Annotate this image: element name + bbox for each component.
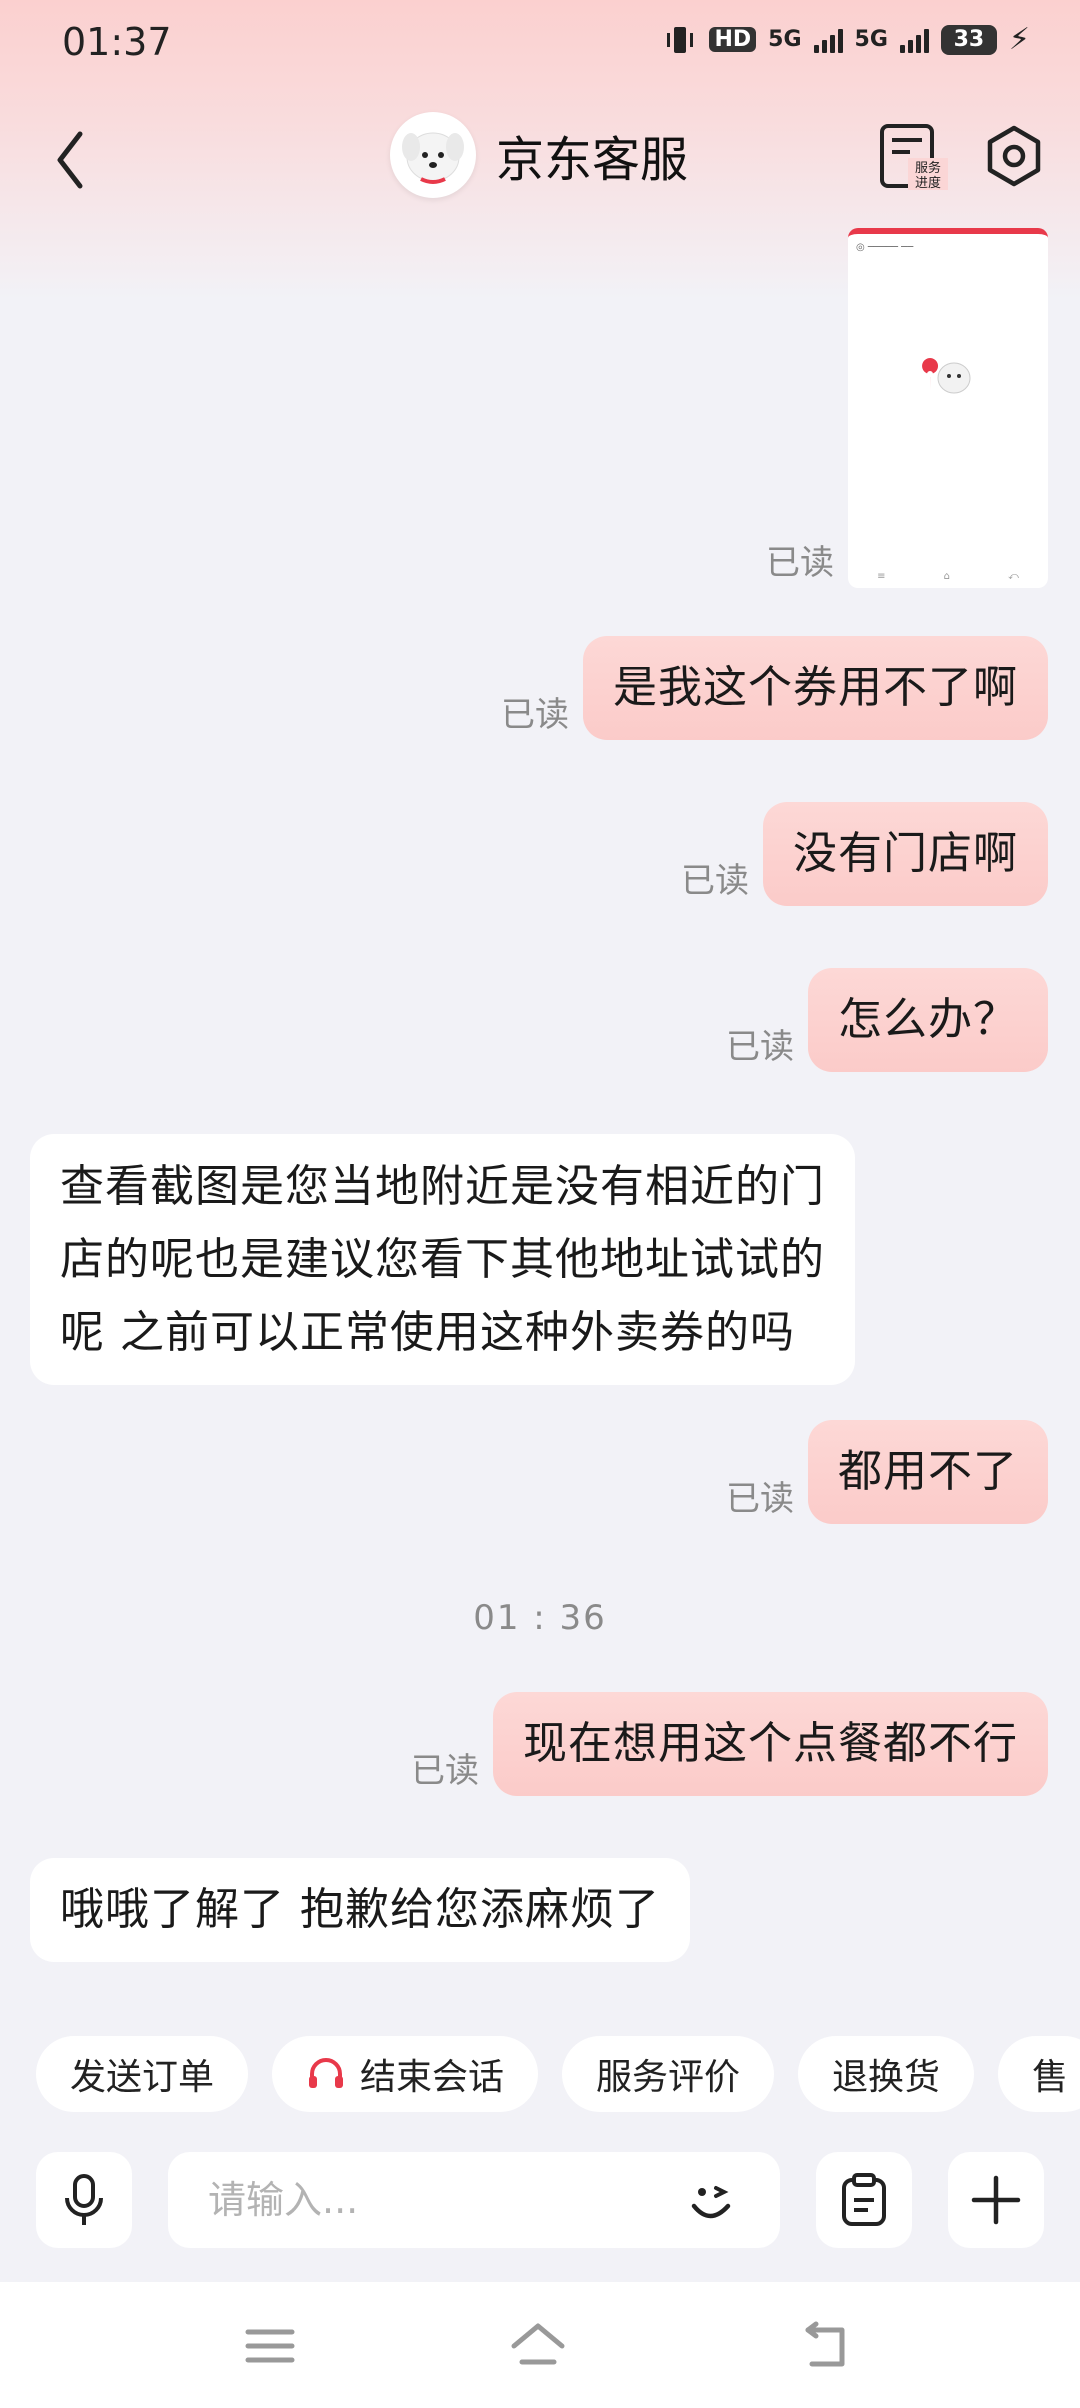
network-type-1: 5G xyxy=(768,27,802,52)
status-time: 01:37 xyxy=(62,20,172,64)
message-row-in: 查看截图是您当地附近是没有相近的门 店的呢也是建议您看下其他地址试试的 呢 之前… xyxy=(30,1134,855,1385)
hd-indicator: HD xyxy=(709,27,757,52)
message-row-out: 已读 都用不了 xyxy=(726,1420,1048,1524)
message-line: 呢 之前可以正常使用这种外卖券的吗 xyxy=(60,1307,795,1358)
after-sale-chip[interactable]: 售 xyxy=(998,2036,1080,2112)
outgoing-message[interactable]: 现在想用这个点餐都不行 xyxy=(493,1692,1048,1796)
home-icon[interactable] xyxy=(508,2316,568,2376)
message-line: 查看截图是您当地附近是没有相近的门 xyxy=(60,1161,825,1212)
message-row-out: 已读 现在想用这个点餐都不行 xyxy=(411,1692,1048,1796)
chip-label: 服务评价 xyxy=(596,2057,741,2098)
return-exchange-chip[interactable]: 退换货 xyxy=(798,2036,975,2112)
incoming-message[interactable]: 哦哦了解了 抱歉给您添麻烦了 xyxy=(30,1858,690,1962)
read-status: 已读 xyxy=(681,861,749,901)
quick-actions-bar: 发送订单 结束会话 服务评价 退换货 售 xyxy=(36,2036,1080,2112)
voice-button[interactable] xyxy=(36,2152,132,2248)
read-status: 已读 xyxy=(501,695,569,735)
chat-header: 京东客服 服务 进度 xyxy=(0,100,1080,220)
status-icons: HD 5G 5G 33 ⚡ xyxy=(663,22,1030,57)
avatar xyxy=(390,112,476,198)
headset-icon xyxy=(309,2058,344,2088)
message-timestamp: 01 : 36 xyxy=(473,1598,607,1638)
outgoing-message[interactable]: 没有门店啊 xyxy=(763,802,1048,906)
service-progress-icon[interactable]: 服务 进度 xyxy=(878,122,948,192)
thumbnail-caption-icon: ◎ ───── ── xyxy=(856,242,914,253)
image-message-row: 已读 ◎ ───── ── ≡ ⌂ ⤺ xyxy=(766,228,1048,588)
network-type-2: 5G xyxy=(854,27,888,52)
jd-mascot-icon xyxy=(402,132,464,184)
chip-label: 发送订单 xyxy=(70,2057,215,2098)
chat-title: 京东客服 xyxy=(496,132,689,188)
signal-icon-2 xyxy=(899,27,929,53)
svg-text:进度: 进度 xyxy=(915,175,941,191)
plus-icon xyxy=(971,2175,1021,2225)
jd-mascot-map-pin-icon xyxy=(922,358,971,394)
settings-icon[interactable] xyxy=(982,124,1046,188)
read-status: 已读 xyxy=(726,1479,794,1519)
outgoing-message[interactable]: 都用不了 xyxy=(808,1420,1048,1524)
status-bar: 01:37 HD 5G 5G 33 ⚡ xyxy=(0,0,1080,90)
message-row-out: 已读 怎么办？ xyxy=(726,968,1048,1072)
send-order-chip[interactable]: 发送订单 xyxy=(36,2036,249,2112)
outgoing-message[interactable]: 是我这个券用不了啊 xyxy=(583,636,1048,740)
battery-icon: 33 xyxy=(940,24,997,55)
chip-label: 售 xyxy=(1032,2057,1069,2098)
thumbnail-nav-icons: ≡ ⌂ ⤺ xyxy=(877,571,1019,582)
chip-label: 退换货 xyxy=(832,2057,941,2098)
message-row-out: 已读 没有门店啊 xyxy=(681,802,1048,906)
screenshot-thumbnail[interactable]: ◎ ───── ── ≡ ⌂ ⤺ xyxy=(848,228,1048,588)
message-row-in: 哦哦了解了 抱歉给您添麻烦了 xyxy=(30,1858,690,1962)
signal-icon-1 xyxy=(813,27,843,53)
system-nav-bar xyxy=(0,2282,1080,2408)
message-line: 店的呢也是建议您看下其他地址试试的 xyxy=(60,1234,825,1285)
menu-icon[interactable] xyxy=(240,2316,300,2376)
emoji-icon[interactable] xyxy=(680,2170,742,2232)
read-status: 已读 xyxy=(411,1751,479,1791)
chip-label: 结束会话 xyxy=(360,2057,505,2098)
message-row-out: 已读 是我这个券用不了啊 xyxy=(501,636,1048,740)
read-status: 已读 xyxy=(766,543,834,583)
svg-text:服务: 服务 xyxy=(915,160,941,176)
chat-title-group: 京东客服 xyxy=(390,112,688,198)
vibrate-icon xyxy=(667,26,694,53)
read-status: 已读 xyxy=(726,1027,794,1067)
incoming-message[interactable]: 查看截图是您当地附近是没有相近的门 店的呢也是建议您看下其他地址试试的 呢 之前… xyxy=(30,1134,855,1385)
more-button[interactable] xyxy=(948,2152,1044,2248)
service-rating-chip[interactable]: 服务评价 xyxy=(562,2036,775,2112)
outgoing-message[interactable]: 怎么办？ xyxy=(808,968,1048,1072)
end-session-chip[interactable]: 结束会话 xyxy=(272,2036,539,2112)
clipboard-button[interactable] xyxy=(816,2152,912,2248)
back-icon[interactable] xyxy=(796,2316,856,2376)
clipboard-icon xyxy=(842,2173,886,2226)
back-arrow-icon[interactable] xyxy=(40,120,100,200)
microphone-icon xyxy=(65,2174,103,2225)
input-bar xyxy=(0,2148,1080,2252)
charging-icon: ⚡ xyxy=(1008,22,1030,57)
